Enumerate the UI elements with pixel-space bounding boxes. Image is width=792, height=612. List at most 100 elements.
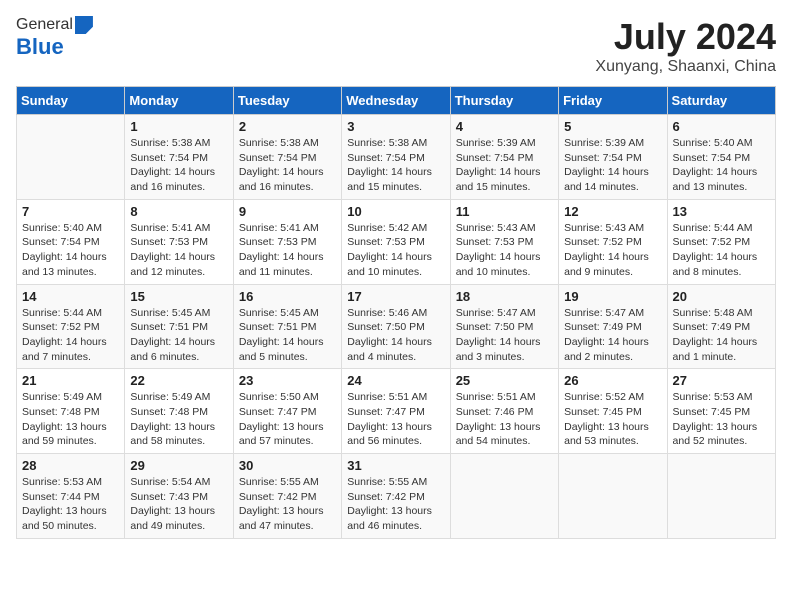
day-info: Sunrise: 5:39 AM Sunset: 7:54 PM Dayligh… [564, 136, 661, 195]
calendar-cell: 8Sunrise: 5:41 AM Sunset: 7:53 PM Daylig… [125, 199, 233, 284]
day-number: 23 [239, 373, 336, 388]
week-row-3: 21 Sunrise: 5:49 AM Sunset: 7:48 PM Dayli… [17, 369, 776, 454]
calendar-cell: 23 Sunrise: 5:50 AM Sunset: 7:47 PM Dayli… [233, 369, 341, 454]
day-number: 25 [456, 373, 553, 388]
day-number: 21 [22, 373, 119, 388]
calendar-cell: 18 Sunrise: 5:47 AM Sunset: 7:50 PM Dayli… [450, 284, 558, 369]
day-info: Sunrise: 5:44 AM Sunset: 7:52 PM Dayligh… [673, 221, 770, 280]
day-number: 11 [456, 204, 553, 219]
calendar-cell: 2 Sunrise: 5:38 AM Sunset: 7:54 PM Daylig… [233, 115, 341, 200]
day-number: 20 [673, 289, 770, 304]
week-row-4: 28 Sunrise: 5:53 AM Sunset: 7:44 PM Dayli… [17, 454, 776, 539]
header: General Blue July 2024 Xunyang, Shaanxi,… [16, 16, 776, 76]
day-info: Sunrise: 5:55 AM Sunset: 7:42 PM Dayligh… [239, 475, 336, 534]
day-number: 18 [456, 289, 553, 304]
day-number: 13 [673, 204, 770, 219]
calendar-cell: 13 Sunrise: 5:44 AM Sunset: 7:52 PM Dayli… [667, 199, 775, 284]
calendar-cell [667, 454, 775, 539]
calendar-cell: 1 Sunrise: 5:38 AM Sunset: 7:54 PM Daylig… [125, 115, 233, 200]
calendar-cell: 30 Sunrise: 5:55 AM Sunset: 7:42 PM Dayli… [233, 454, 341, 539]
day-number: 14 [22, 289, 119, 304]
header-row: SundayMondayTuesdayWednesdayThursdayFrid… [17, 87, 776, 115]
header-day-tuesday: Tuesday [233, 87, 341, 115]
calendar-cell [559, 454, 667, 539]
calendar-cell: 20 Sunrise: 5:48 AM Sunset: 7:49 PM Dayli… [667, 284, 775, 369]
day-info: Sunrise: 5:42 AM Sunset: 7:53 PM Dayligh… [347, 221, 444, 280]
week-row-1: 7 Sunrise: 5:40 AM Sunset: 7:54 PM Daylig… [17, 199, 776, 284]
calendar-cell [17, 115, 125, 200]
day-info: Sunrise: 5:44 AM Sunset: 7:52 PM Dayligh… [22, 306, 119, 365]
calendar-table: SundayMondayTuesdayWednesdayThursdayFrid… [16, 86, 776, 539]
day-info: Sunrise: 5:55 AM Sunset: 7:42 PM Dayligh… [347, 475, 444, 534]
day-number: 10 [347, 204, 444, 219]
day-info: Sunrise: 5:43 AM Sunset: 7:52 PM Dayligh… [564, 221, 661, 280]
day-info: Sunrise: 5:41 AM Sunset: 7:53 PM Dayligh… [239, 221, 336, 280]
calendar-cell: 28 Sunrise: 5:53 AM Sunset: 7:44 PM Dayli… [17, 454, 125, 539]
header-day-saturday: Saturday [667, 87, 775, 115]
day-info: Sunrise: 5:54 AM Sunset: 7:43 PM Dayligh… [130, 475, 227, 534]
day-info: Sunrise: 5:47 AM Sunset: 7:49 PM Dayligh… [564, 306, 661, 365]
logo-general-text: General [16, 16, 73, 34]
calendar-cell: 10 Sunrise: 5:42 AM Sunset: 7:53 PM Dayli… [342, 199, 450, 284]
day-info: Sunrise: 5:45 AM Sunset: 7:51 PM Dayligh… [239, 306, 336, 365]
day-info: Sunrise: 5:48 AM Sunset: 7:49 PM Dayligh… [673, 306, 770, 365]
calendar-cell: 12Sunrise: 5:43 AM Sunset: 7:52 PM Dayli… [559, 199, 667, 284]
day-info: Sunrise: 5:51 AM Sunset: 7:47 PM Dayligh… [347, 390, 444, 449]
calendar-cell: 17Sunrise: 5:46 AM Sunset: 7:50 PM Dayli… [342, 284, 450, 369]
day-info: Sunrise: 5:40 AM Sunset: 7:54 PM Dayligh… [22, 221, 119, 280]
calendar-cell: 16Sunrise: 5:45 AM Sunset: 7:51 PM Dayli… [233, 284, 341, 369]
logo: General Blue [16, 16, 93, 60]
day-info: Sunrise: 5:52 AM Sunset: 7:45 PM Dayligh… [564, 390, 661, 449]
calendar-cell: 29Sunrise: 5:54 AM Sunset: 7:43 PM Dayli… [125, 454, 233, 539]
day-info: Sunrise: 5:49 AM Sunset: 7:48 PM Dayligh… [130, 390, 227, 449]
calendar-cell: 14 Sunrise: 5:44 AM Sunset: 7:52 PM Dayli… [17, 284, 125, 369]
day-number: 15 [130, 289, 227, 304]
day-number: 7 [22, 204, 119, 219]
logo-icon [75, 16, 93, 34]
header-day-sunday: Sunday [17, 87, 125, 115]
day-number: 17 [347, 289, 444, 304]
week-row-0: 1 Sunrise: 5:38 AM Sunset: 7:54 PM Daylig… [17, 115, 776, 200]
day-number: 3 [347, 119, 444, 134]
calendar-header: SundayMondayTuesdayWednesdayThursdayFrid… [17, 87, 776, 115]
day-number: 30 [239, 458, 336, 473]
week-row-2: 14 Sunrise: 5:44 AM Sunset: 7:52 PM Dayli… [17, 284, 776, 369]
day-number: 27 [673, 373, 770, 388]
day-number: 1 [130, 119, 227, 134]
day-info: Sunrise: 5:47 AM Sunset: 7:50 PM Dayligh… [456, 306, 553, 365]
calendar-cell: 3 Sunrise: 5:38 AM Sunset: 7:54 PM Daylig… [342, 115, 450, 200]
day-info: Sunrise: 5:40 AM Sunset: 7:54 PM Dayligh… [673, 136, 770, 195]
day-number: 2 [239, 119, 336, 134]
header-day-wednesday: Wednesday [342, 87, 450, 115]
day-number: 4 [456, 119, 553, 134]
day-number: 6 [673, 119, 770, 134]
header-day-monday: Monday [125, 87, 233, 115]
main-title: July 2024 [595, 16, 776, 58]
day-info: Sunrise: 5:38 AM Sunset: 7:54 PM Dayligh… [130, 136, 227, 195]
sub-title: Xunyang, Shaanxi, China [595, 58, 776, 76]
day-number: 9 [239, 204, 336, 219]
calendar-body: 1 Sunrise: 5:38 AM Sunset: 7:54 PM Daylig… [17, 115, 776, 539]
calendar-cell: 6 Sunrise: 5:40 AM Sunset: 7:54 PM Daylig… [667, 115, 775, 200]
calendar-cell: 5Sunrise: 5:39 AM Sunset: 7:54 PM Daylig… [559, 115, 667, 200]
calendar-cell: 31Sunrise: 5:55 AM Sunset: 7:42 PM Dayli… [342, 454, 450, 539]
day-info: Sunrise: 5:43 AM Sunset: 7:53 PM Dayligh… [456, 221, 553, 280]
calendar-cell [450, 454, 558, 539]
logo-blue-text: Blue [16, 34, 64, 60]
day-info: Sunrise: 5:53 AM Sunset: 7:44 PM Dayligh… [22, 475, 119, 534]
title-area: July 2024 Xunyang, Shaanxi, China [595, 16, 776, 76]
calendar-cell: 26Sunrise: 5:52 AM Sunset: 7:45 PM Dayli… [559, 369, 667, 454]
day-number: 24 [347, 373, 444, 388]
day-number: 8 [130, 204, 227, 219]
day-info: Sunrise: 5:38 AM Sunset: 7:54 PM Dayligh… [347, 136, 444, 195]
calendar-cell: 22Sunrise: 5:49 AM Sunset: 7:48 PM Dayli… [125, 369, 233, 454]
day-number: 28 [22, 458, 119, 473]
day-info: Sunrise: 5:45 AM Sunset: 7:51 PM Dayligh… [130, 306, 227, 365]
day-number: 19 [564, 289, 661, 304]
header-day-friday: Friday [559, 87, 667, 115]
calendar-cell: 4Sunrise: 5:39 AM Sunset: 7:54 PM Daylig… [450, 115, 558, 200]
calendar-cell: 15 Sunrise: 5:45 AM Sunset: 7:51 PM Dayli… [125, 284, 233, 369]
day-info: Sunrise: 5:38 AM Sunset: 7:54 PM Dayligh… [239, 136, 336, 195]
day-info: Sunrise: 5:50 AM Sunset: 7:47 PM Dayligh… [239, 390, 336, 449]
calendar-cell: 25Sunrise: 5:51 AM Sunset: 7:46 PM Dayli… [450, 369, 558, 454]
